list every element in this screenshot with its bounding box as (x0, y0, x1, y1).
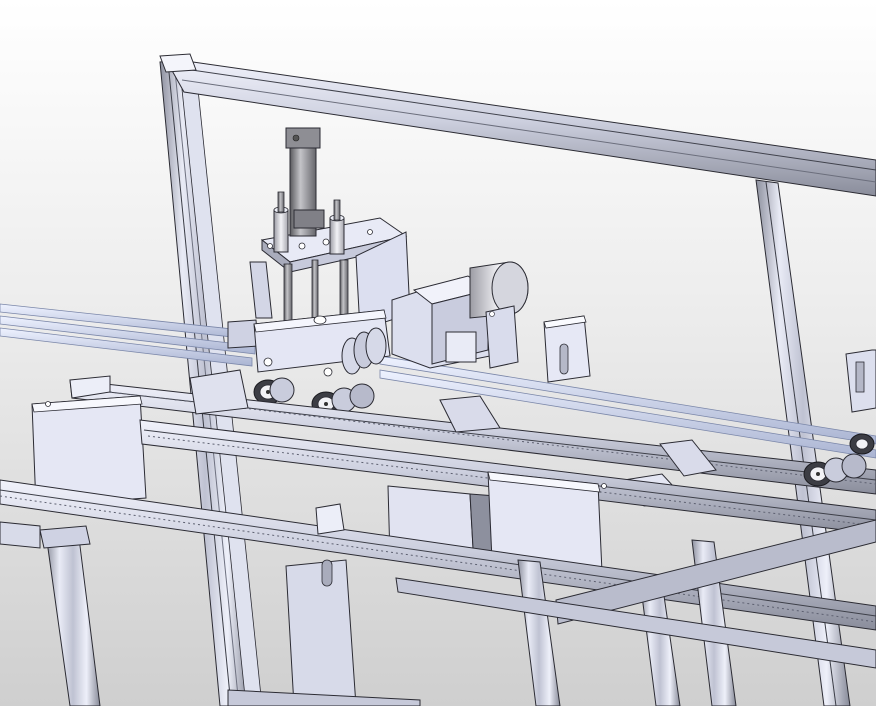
guide-rod-left (283, 263, 293, 329)
drive-motor (391, 261, 529, 369)
wheel-left (253, 377, 295, 405)
cad-viewport[interactable] (0, 0, 876, 706)
bracket-back-plate (249, 261, 273, 319)
cad-model-render (0, 53, 876, 706)
pneumatic-cylinder-assembly (249, 127, 411, 331)
wheel-far-right (849, 433, 875, 455)
bracket-far-right (845, 349, 876, 413)
piston-rod (311, 259, 319, 321)
top-crossbar (164, 57, 876, 197)
slotted-support (543, 315, 591, 383)
